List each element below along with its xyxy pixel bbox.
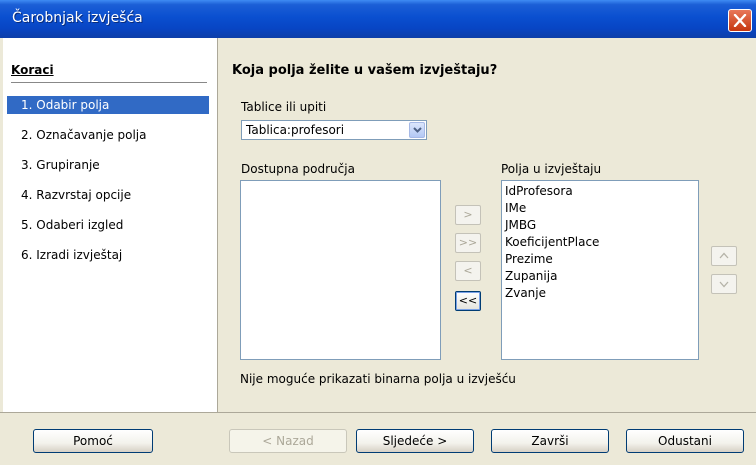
move-up-button[interactable] [711, 246, 737, 266]
close-button[interactable] [728, 9, 752, 32]
remove-field-button[interactable]: < [455, 261, 481, 281]
report-field-item[interactable]: KoeficijentPlace [502, 234, 698, 251]
report-fields-list[interactable]: IdProfesora IMe JMBG KoeficijentPlace Prezim… [501, 180, 699, 360]
next-button[interactable]: Sljedeće > [356, 429, 474, 453]
binary-fields-note: Nije moguće prikazati binarna polja u iz… [240, 372, 516, 386]
report-field-item[interactable]: Zvanje [502, 285, 698, 302]
dropdown-button[interactable] [409, 122, 425, 138]
step-item[interactable]: 5. Odaberi izgled [7, 216, 209, 234]
help-button[interactable]: Pomoć [33, 429, 153, 453]
add-all-fields-button[interactable]: >> [455, 233, 481, 253]
page-heading: Koja polja želite u vašem izvještaju? [232, 63, 498, 78]
main-panel: Koja polja želite u vašem izvještaju? Ta… [217, 38, 756, 412]
tables-select-value: Tablica:profesori [246, 123, 345, 137]
footer-bar: Pomoć < Nazad Sljedeće > Završi Odustani [0, 412, 756, 465]
chevron-down-icon [413, 127, 422, 133]
close-icon [733, 14, 747, 27]
tables-label: Tablice ili upiti [241, 100, 327, 114]
step-item[interactable]: 4. Razvrstaj opcije [7, 186, 209, 204]
cancel-button[interactable]: Odustani [626, 429, 744, 453]
title-bar[interactable]: Čarobnjak izvješća [0, 0, 756, 38]
finish-button[interactable]: Završi [491, 429, 609, 453]
chevron-down-icon [719, 281, 729, 288]
remove-all-fields-button[interactable]: << [455, 291, 481, 311]
steps-divider [11, 82, 207, 83]
report-field-item[interactable]: Zupanija [502, 268, 698, 285]
available-fields-label: Dostupna područja [241, 162, 355, 176]
chevron-up-icon [719, 252, 729, 259]
steps-title: Koraci [11, 63, 54, 77]
report-wizard-window: Čarobnjak izvješća Koraci 1. Odabir polj… [0, 0, 756, 465]
report-fields-label: Polja u izvještaju [501, 162, 602, 176]
window-title: Čarobnjak izvješća [12, 10, 143, 26]
tables-select[interactable]: Tablica:profesori [241, 120, 427, 140]
step-item[interactable]: 6. Izradi izvještaj [7, 246, 209, 264]
move-down-button[interactable] [711, 274, 737, 294]
report-field-item[interactable]: IdProfesora [502, 183, 698, 200]
report-field-item[interactable]: JMBG [502, 217, 698, 234]
back-button[interactable]: < Nazad [229, 429, 347, 453]
steps-panel: Koraci 1. Odabir polja 2. Označavanje pol… [3, 38, 217, 412]
step-item[interactable]: 2. Označavanje polja [7, 126, 209, 144]
step-item[interactable]: 3. Grupiranje [7, 156, 209, 174]
add-field-button[interactable]: > [455, 205, 481, 225]
available-fields-list[interactable] [240, 180, 441, 360]
report-field-item[interactable]: IMe [502, 200, 698, 217]
report-field-item[interactable]: Prezime [502, 251, 698, 268]
step-item[interactable]: 1. Odabir polja [7, 96, 209, 114]
